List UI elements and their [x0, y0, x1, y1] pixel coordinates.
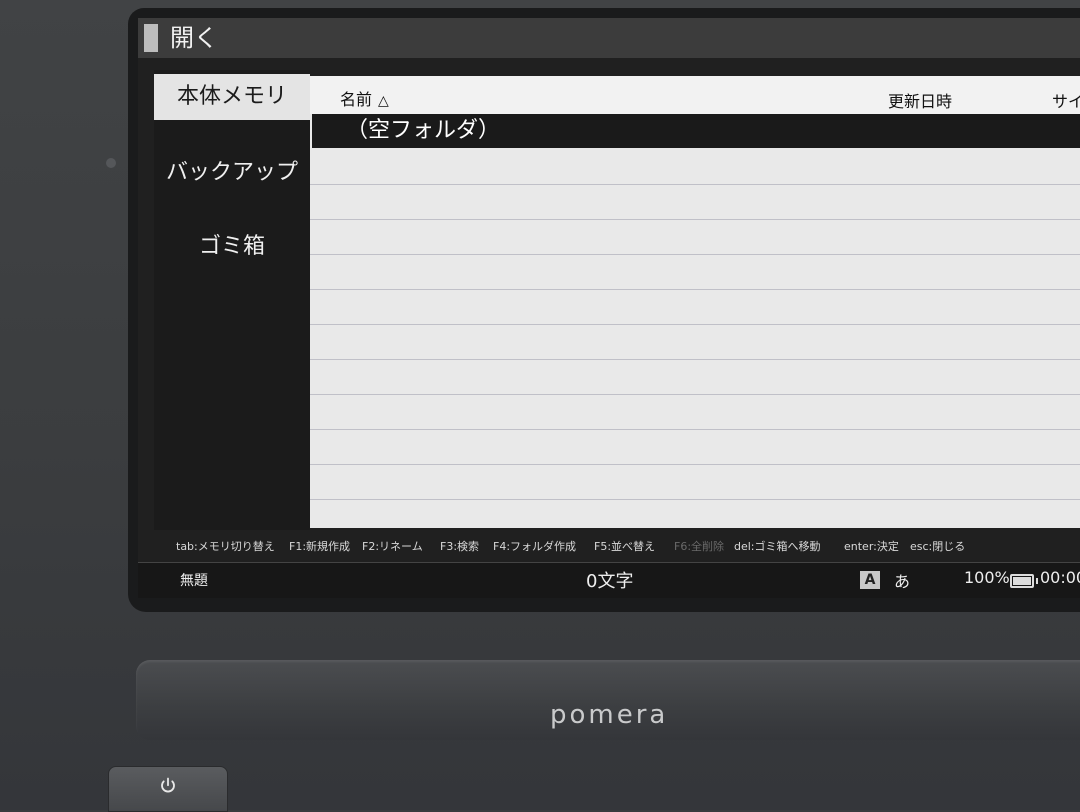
- nav-item-backup[interactable]: バックアップ: [154, 150, 310, 196]
- title-bar: 開く: [138, 18, 1080, 58]
- column-name-label: 名前: [340, 90, 373, 109]
- row-divider: [310, 219, 1080, 220]
- char-count: 0文字: [586, 571, 634, 592]
- hint-f3: F3:検索: [440, 540, 480, 553]
- row-divider: [310, 359, 1080, 360]
- battery-icon: [1010, 574, 1038, 588]
- row-divider: [310, 394, 1080, 395]
- list-item-selected[interactable]: （空フォルダ）: [312, 114, 1080, 148]
- nav-item-trash[interactable]: ゴミ箱: [154, 224, 310, 270]
- ime-icon: A: [860, 571, 880, 589]
- ime-mode: あ: [894, 572, 911, 591]
- document-name: 無題: [180, 573, 208, 589]
- status-bar: 無題 0文字 A あ 100% 00:00: [138, 562, 1080, 598]
- column-date[interactable]: 更新日時: [888, 88, 952, 112]
- hint-f2: F2:リネーム: [362, 540, 423, 553]
- row-divider: [310, 464, 1080, 465]
- device-body: 開く 本体メモリ バックアップ ゴミ箱 名前 △ 更新日時 サイ （空フォルダ）: [0, 0, 1080, 812]
- nav-item-internal-memory[interactable]: 本体メモリ: [154, 74, 310, 120]
- indicator-dot: [106, 158, 116, 168]
- row-divider: [310, 289, 1080, 290]
- window-title: 開く: [170, 24, 218, 52]
- list-item-label: （空フォルダ）: [346, 118, 501, 143]
- row-divider: [310, 184, 1080, 185]
- file-list: 名前 △ 更新日時 サイ （空フォルダ）: [310, 76, 1080, 528]
- row-divider: [310, 499, 1080, 500]
- hint-f6: F6:全削除: [674, 540, 725, 553]
- battery-level: 100%: [964, 568, 1010, 587]
- row-divider: [310, 429, 1080, 430]
- shortcut-hints: tab:メモリ切り替え F1:新規作成 F2:リネーム F3:検索 F4:フォル…: [176, 536, 1076, 556]
- hint-del: del:ゴミ箱へ移動: [734, 540, 821, 553]
- column-name[interactable]: 名前 △: [340, 86, 389, 110]
- memory-nav: 本体メモリ バックアップ ゴミ箱: [154, 70, 310, 530]
- row-divider: [310, 324, 1080, 325]
- hint-f4: F4:フォルダ作成: [493, 540, 577, 553]
- hint-esc: esc:閉じる: [910, 540, 966, 553]
- power-button[interactable]: [108, 766, 228, 812]
- brand-logo: pomera: [550, 700, 669, 730]
- sort-ascending-icon: △: [378, 93, 389, 109]
- hint-tab: tab:メモリ切り替え: [176, 540, 275, 553]
- row-divider: [310, 254, 1080, 255]
- hint-f1: F1:新規作成: [289, 540, 351, 553]
- column-size[interactable]: サイ: [1052, 88, 1080, 112]
- clock: 00:00: [1040, 568, 1080, 587]
- hint-enter: enter:決定: [844, 540, 899, 553]
- power-icon: [161, 777, 175, 793]
- screen: 開く 本体メモリ バックアップ ゴミ箱 名前 △ 更新日時 サイ （空フォルダ）: [138, 18, 1080, 598]
- list-header: 名前 △ 更新日時 サイ: [310, 76, 1080, 114]
- title-marker: [144, 24, 158, 52]
- hint-f5: F5:並べ替え: [594, 540, 656, 553]
